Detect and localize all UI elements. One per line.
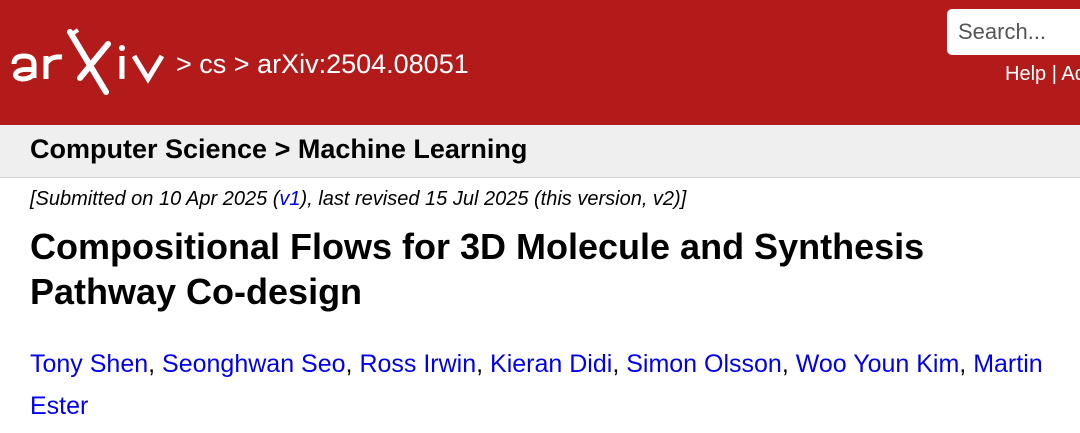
author-list: Tony Shen, Seonghwan Seo, Ross Irwin, Ki… [30, 343, 1070, 427]
author-separator: , [345, 350, 360, 378]
author-link[interactable]: Seonghwan Seo [162, 350, 345, 378]
breadcrumb: > cs > arXiv:2504.08051 [176, 49, 469, 80]
search-input[interactable] [947, 9, 1080, 55]
author-separator: , [476, 350, 491, 378]
dateline-suffix: ), last revised 15 Jul 2025 (this versio… [300, 188, 687, 210]
dateline-prefix: [Submitted on 10 Apr 2025 ( [30, 188, 280, 210]
paper-title: Compositional Flows for 3D Molecule and … [30, 226, 925, 312]
breadcrumb-category-link[interactable]: cs [199, 49, 226, 79]
author-separator: , [959, 350, 974, 378]
author-separator: , [612, 350, 627, 378]
author-separator: , [781, 350, 796, 378]
help-links: Help | Ad [1005, 63, 1080, 86]
advanced-search-link[interactable]: Ad [1061, 63, 1080, 85]
author-link[interactable]: Tony Shen [30, 350, 148, 378]
help-link[interactable]: Help [1005, 63, 1046, 85]
arxiv-logo[interactable] [10, 26, 170, 96]
breadcrumb-separator: > [226, 49, 258, 79]
category-title: Computer Science > Machine Learning [30, 134, 528, 164]
author-link[interactable]: Kieran Didi [490, 350, 612, 378]
author-separator: , [148, 350, 163, 378]
author-link[interactable]: Woo Youn Kim [796, 350, 960, 378]
author-link[interactable]: Ross Irwin [359, 350, 476, 378]
help-separator: | [1046, 63, 1062, 85]
author-link[interactable]: Simon Olsson [626, 350, 782, 378]
version-v1-link[interactable]: v1 [279, 188, 300, 210]
submission-dateline: [Submitted on 10 Apr 2025 (v1), last rev… [30, 188, 686, 211]
breadcrumb-separator: > [176, 49, 200, 79]
category-bar: Computer Science > Machine Learning [0, 125, 1080, 178]
site-header: > cs > arXiv:2504.08051 Help | Ad [0, 0, 1080, 125]
breadcrumb-paper-id: arXiv:2504.08051 [257, 49, 469, 79]
